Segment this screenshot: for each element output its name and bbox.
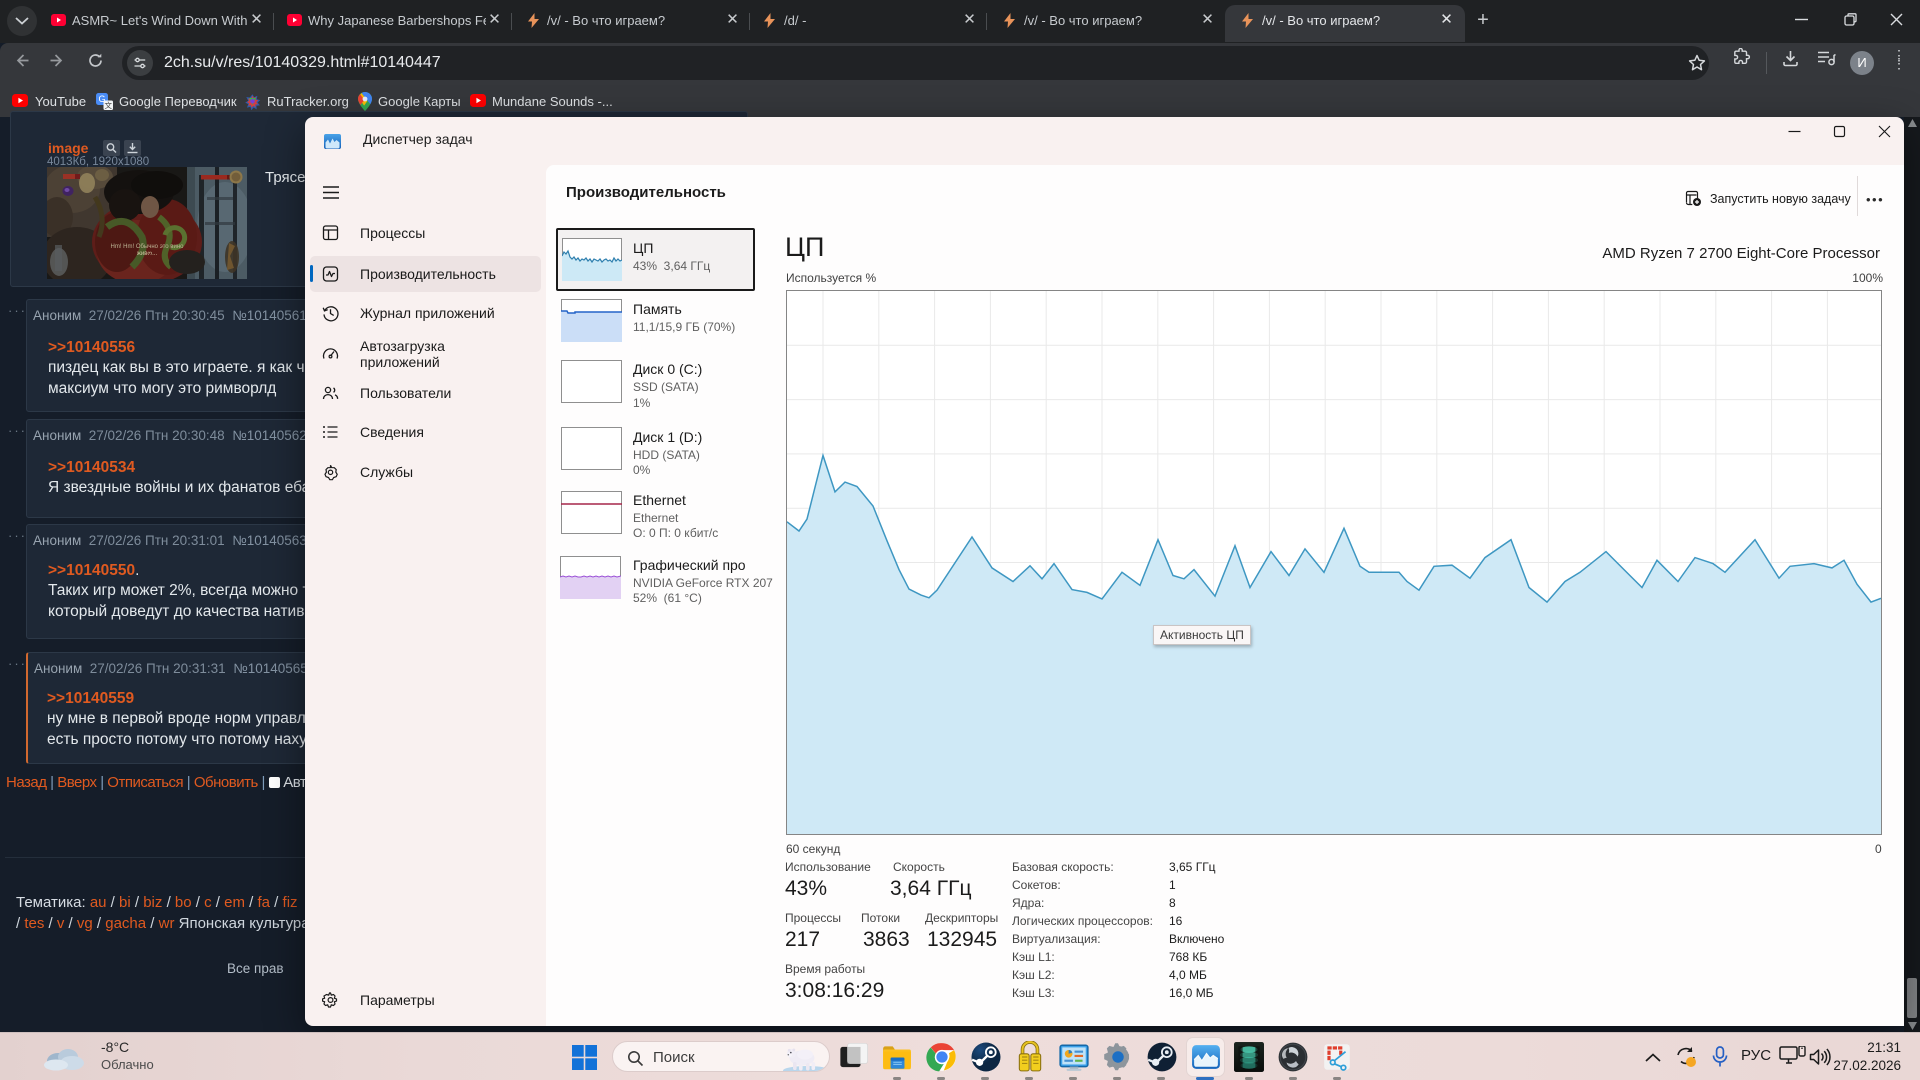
svg-text:Hm! Hm! Обычно это вино: Hm! Hm! Обычно это вино [111,244,185,250]
svg-text:живო...: живო... [137,251,158,257]
svg-text:文: 文 [104,100,112,110]
